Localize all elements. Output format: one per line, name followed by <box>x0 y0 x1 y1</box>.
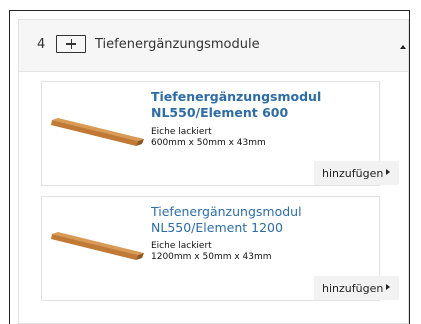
product-card: Tiefenergänzungsmodul NL550/Element 1200… <box>41 196 399 301</box>
wood-beam-image <box>51 232 144 260</box>
add-button-label: hinzufügen <box>322 166 384 180</box>
accordion-panel: 4 Tiefenergänzungsmodule Tiefenergänzung… <box>18 19 409 324</box>
section-title: Tiefenergänzungsmodule <box>95 37 260 52</box>
product-card: Tiefenergänzungsmodul NL550/Element 600 … <box>41 81 399 186</box>
step-number: 4 <box>37 37 46 52</box>
product-dimensions: 600mm x 50mm x 43mm <box>151 138 266 148</box>
wood-beam-image <box>51 118 144 146</box>
arrow-right-icon <box>386 284 390 290</box>
add-button-label: hinzufügen <box>322 281 384 295</box>
product-dimensions: 1200mm x 50mm x 43mm <box>151 252 272 262</box>
caret-up-icon[interactable] <box>400 45 406 49</box>
add-button[interactable]: hinzufügen <box>314 161 399 185</box>
plus-box-icon <box>56 35 86 53</box>
product-title[interactable]: Tiefenergänzungsmodul NL550/Element 600 <box>151 89 401 121</box>
product-material: Eiche lackiert <box>151 127 212 137</box>
product-title[interactable]: Tiefenergänzungsmodul NL550/Element 1200 <box>151 204 401 236</box>
add-button[interactable]: hinzufügen <box>314 276 399 300</box>
arrow-right-icon <box>386 169 390 175</box>
product-material: Eiche lackiert <box>151 241 212 251</box>
accordion-header[interactable]: 4 Tiefenergänzungsmodule <box>19 20 408 72</box>
